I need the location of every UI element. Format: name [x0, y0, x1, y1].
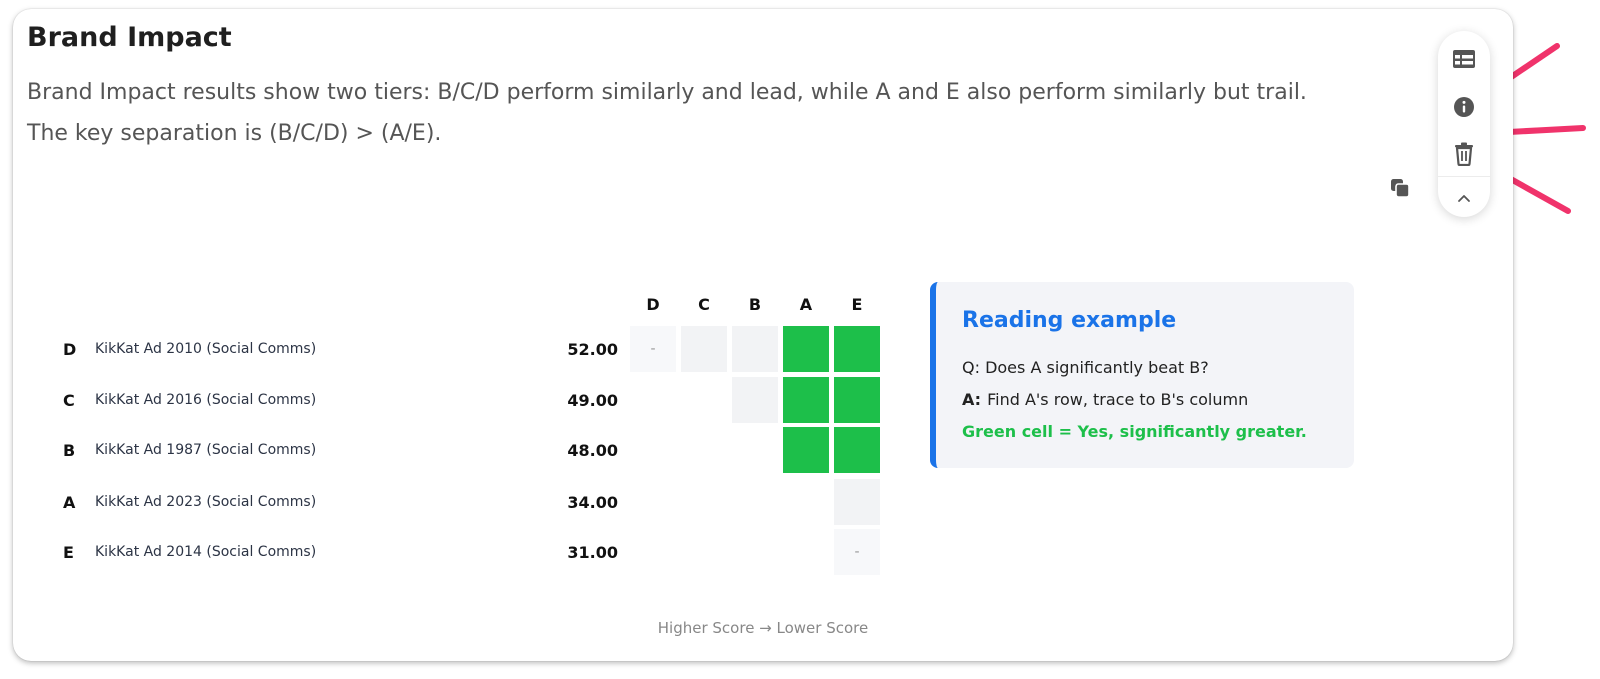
- row-code-a: A: [63, 493, 76, 512]
- matrix-cell-not-significant: [834, 479, 880, 525]
- reading-example-title: Reading example: [962, 308, 1177, 333]
- answer-label: A:: [962, 390, 982, 409]
- reading-example-answer: A: Find A's row, trace to B's column: [962, 390, 1248, 409]
- table-view-button[interactable]: [1449, 44, 1479, 74]
- matrix-cell-significant: [834, 377, 880, 423]
- side-toolbar: [1438, 31, 1490, 217]
- info-icon: [1454, 97, 1474, 117]
- column-header-c: C: [698, 295, 710, 314]
- column-header-e: E: [851, 295, 863, 314]
- matrix-cell-significant: [783, 326, 829, 372]
- row-name-e: KikKat Ad 2014 (Social Comms): [95, 544, 317, 560]
- collapse-toolbar-button[interactable]: [1449, 183, 1479, 213]
- row-score-a: 34.00: [567, 493, 618, 512]
- toolbar-divider: [1438, 176, 1490, 177]
- column-header-b: B: [748, 295, 762, 314]
- trash-icon: [1455, 142, 1473, 166]
- matrix-cell-diagonal: -: [834, 529, 880, 575]
- row-score-b: 48.00: [567, 441, 618, 460]
- brand-impact-panel: Brand Impact Brand Impact results show t…: [13, 9, 1513, 661]
- matrix-cell-significant: [783, 427, 829, 473]
- table-icon: [1453, 50, 1475, 68]
- matrix-cell-not-significant: [732, 377, 778, 423]
- row-name-b: KikKat Ad 1987 (Social Comms): [95, 442, 317, 458]
- matrix-cell-not-significant: [732, 326, 778, 372]
- chevron-up-icon: [1458, 195, 1470, 202]
- row-code-c: C: [63, 391, 75, 410]
- row-score-c: 49.00: [567, 391, 618, 410]
- delete-button[interactable]: [1449, 139, 1479, 169]
- reading-example-question: Q: Does A significantly beat B?: [962, 358, 1209, 377]
- row-score-e: 31.00: [567, 543, 618, 562]
- matrix-cell-significant: [783, 377, 829, 423]
- info-button[interactable]: [1449, 92, 1479, 122]
- panel-title: Brand Impact: [27, 22, 232, 53]
- matrix-cell-significant: [834, 427, 880, 473]
- reading-example-green-note: Green cell = Yes, significantly greater.: [962, 422, 1307, 441]
- row-code-d: D: [63, 340, 77, 359]
- matrix-cell-diagonal: -: [630, 326, 676, 372]
- highlight-stroke: [1506, 125, 1586, 135]
- copy-icon: [1391, 179, 1410, 198]
- matrix-cell-significant: [834, 326, 880, 372]
- reading-example-box: Reading example Q: Does A significantly …: [930, 282, 1354, 468]
- row-name-c: KikKat Ad 2016 (Social Comms): [95, 392, 317, 408]
- row-name-a: KikKat Ad 2023 (Social Comms): [95, 494, 317, 510]
- row-code-b: B: [63, 441, 76, 460]
- row-score-d: 52.00: [567, 340, 618, 359]
- column-header-d: D: [646, 295, 660, 314]
- row-code-e: E: [63, 543, 74, 562]
- copy-button[interactable]: [1385, 173, 1415, 203]
- column-header-a: A: [799, 295, 813, 314]
- panel-description: Brand Impact results show two tiers: B/C…: [27, 80, 1307, 146]
- answer-text: Find A's row, trace to B's column: [987, 390, 1249, 409]
- row-name-d: KikKat Ad 2010 (Social Comms): [95, 341, 317, 357]
- axis-caption: Higher Score → Lower Score: [657, 619, 869, 637]
- matrix-cell-not-significant: [681, 326, 727, 372]
